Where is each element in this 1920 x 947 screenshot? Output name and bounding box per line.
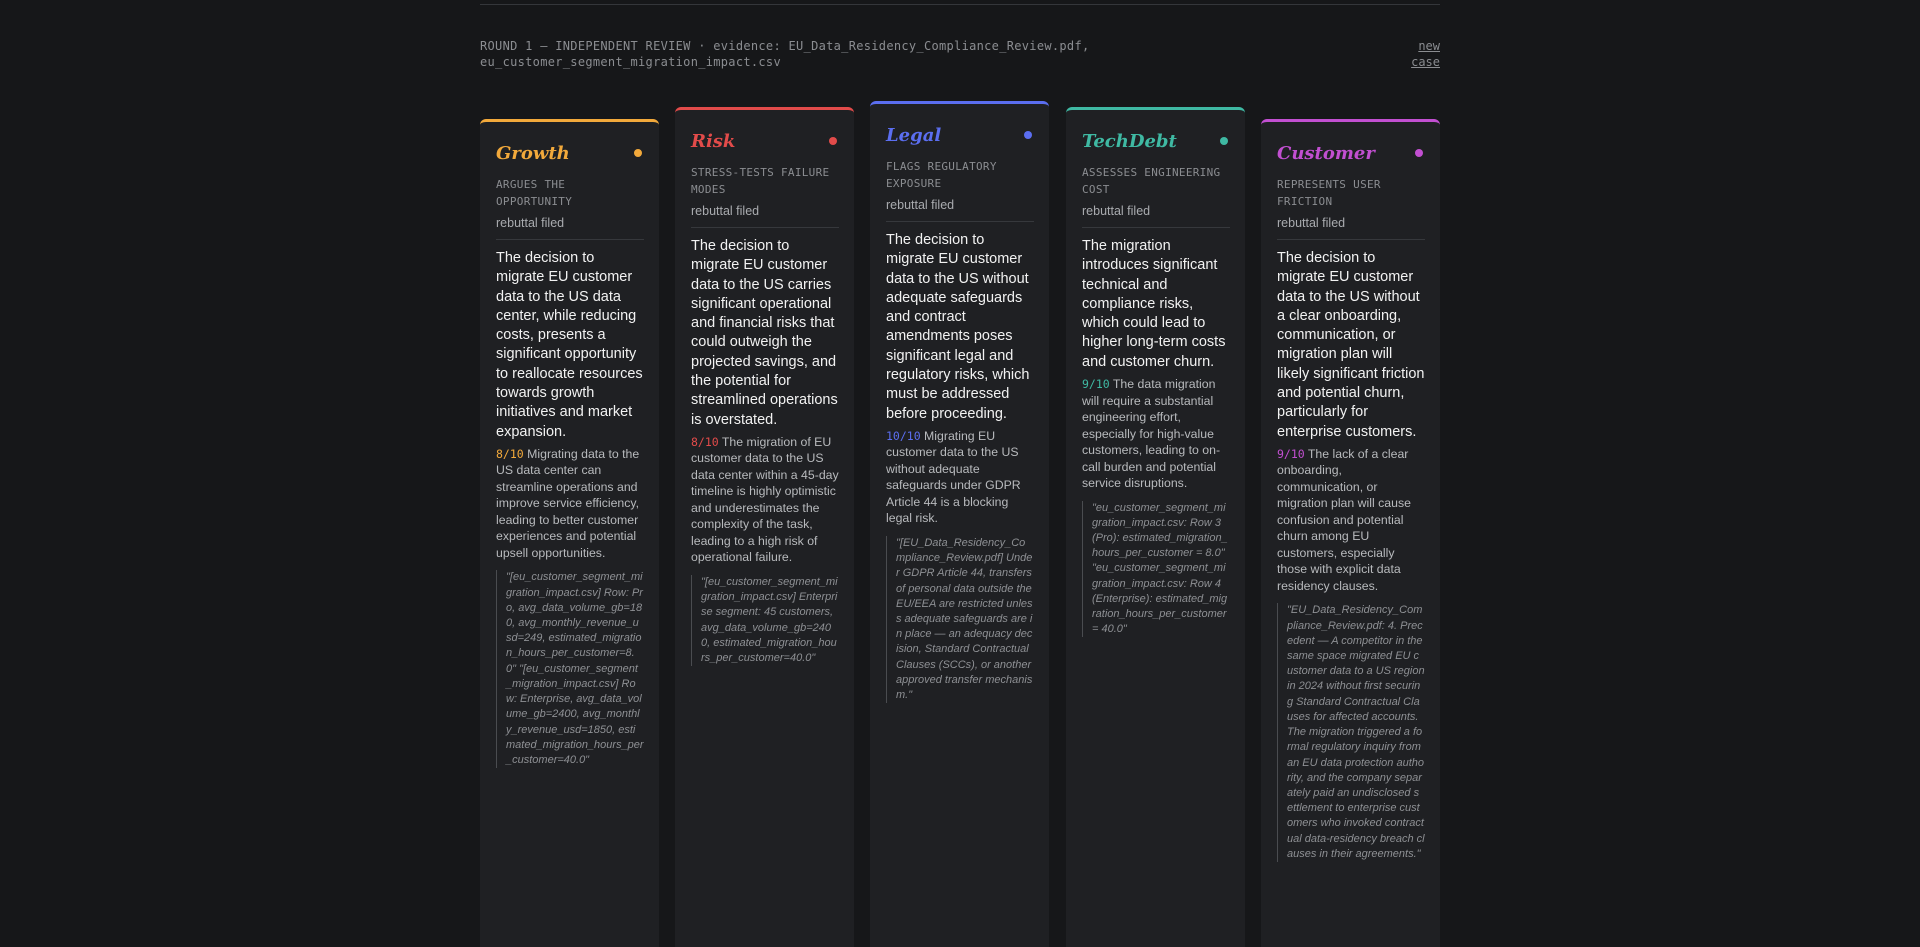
- column-role: FLAGS REGULATORY EXPOSURE: [886, 160, 997, 190]
- column-header: Legal: [886, 122, 1034, 148]
- review-board: ROUND 1 — INDEPENDENT REVIEW · evidence:…: [480, 0, 1440, 947]
- status-dot-icon: [1415, 149, 1423, 157]
- argument-text: Migrating EU customer data to the US wit…: [886, 428, 1021, 526]
- column-argument: 9/10 The data migration will require a s…: [1082, 376, 1230, 492]
- column-claim: The decision to migrate EU customer data…: [496, 250, 643, 440]
- argument-text: The lack of a clear onboarding, communic…: [1277, 446, 1411, 593]
- column-argument: 8/10 The migration of EU customer data t…: [691, 434, 839, 566]
- column-status: rebuttal filed: [1082, 204, 1230, 228]
- column-title: TechDebt: [1082, 130, 1177, 152]
- column-claim: The migration introduces significant tec…: [1082, 238, 1226, 370]
- column-argument: 9/10 The lack of a clear onboarding, com…: [1277, 446, 1425, 595]
- column-header: Customer: [1277, 140, 1425, 166]
- evidence-quote: "[EU_Data_Residency_Compliance_Review.pd…: [886, 535, 1034, 704]
- evidence-quote: "[eu_customer_segment_migration_impact.c…: [691, 574, 839, 667]
- argument-text: Migrating data to the US data center can…: [496, 446, 640, 560]
- column-status: rebuttal filed: [496, 216, 644, 240]
- score-badge: 9/10: [1277, 446, 1305, 461]
- score-badge: 8/10: [496, 446, 524, 461]
- column-growth: Growth ARGUES THE OPPORTUNITY rebuttal f…: [480, 119, 659, 947]
- status-dot-icon: [829, 137, 837, 145]
- column-legal: Legal FLAGS REGULATORY EXPOSURE rebuttal…: [870, 101, 1049, 947]
- column-argument: 8/10 Migrating data to the US data cente…: [496, 446, 644, 562]
- column-role: ARGUES THE OPPORTUNITY: [496, 178, 573, 208]
- column-argument: 10/10 Migrating EU customer data to the …: [886, 428, 1034, 527]
- column-title: Legal: [886, 124, 942, 146]
- column-status: rebuttal filed: [1277, 216, 1425, 240]
- column-title: Customer: [1277, 142, 1375, 164]
- column-customer: Customer REPRESENTS USER FRICTION rebutt…: [1261, 119, 1440, 947]
- argument-text: The data migration will require a substa…: [1082, 377, 1221, 491]
- top-divider: [480, 4, 1440, 5]
- evidence-quote: "EU_Data_Residency_Compliance_Review.pdf…: [1277, 603, 1425, 862]
- score-badge: 9/10: [1082, 377, 1110, 392]
- column-header: Risk: [691, 128, 839, 154]
- status-dot-icon: [1220, 137, 1228, 145]
- column-claim: The decision to migrate EU customer data…: [691, 238, 838, 428]
- column-title: Risk: [691, 130, 736, 152]
- column-status: rebuttal filed: [886, 198, 1034, 222]
- score-badge: 10/10: [886, 428, 921, 443]
- evidence-quote: "eu_customer_segment_migration_impact.cs…: [1082, 500, 1230, 638]
- column-title: Growth: [496, 142, 570, 164]
- argument-text: The migration of EU customer data to the…: [691, 434, 839, 565]
- evidence-quote: "[eu_customer_segment_migration_impact.c…: [496, 570, 644, 769]
- column-role: ASSESSES ENGINEERING COST: [1082, 166, 1221, 196]
- column-role: REPRESENTS USER FRICTION: [1277, 178, 1381, 208]
- column-techdebt: TechDebt ASSESSES ENGINEERING COST rebut…: [1066, 107, 1245, 947]
- column-claim: The decision to migrate EU customer data…: [886, 232, 1030, 422]
- column-claim: The decision to migrate EU customer data…: [1277, 250, 1425, 440]
- column-header: TechDebt: [1082, 128, 1230, 154]
- column-role: STRESS-TESTS FAILURE MODES: [691, 166, 830, 196]
- round-header: ROUND 1 — INDEPENDENT REVIEW · evidence:…: [480, 39, 1090, 69]
- score-badge: 8/10: [691, 434, 719, 449]
- status-dot-icon: [634, 149, 642, 157]
- column-header: Growth: [496, 140, 644, 166]
- column-status: rebuttal filed: [691, 204, 839, 228]
- status-dot-icon: [1024, 131, 1032, 139]
- new-case-link[interactable]: new case: [1400, 38, 1440, 70]
- column-risk: Risk STRESS-TESTS FAILURE MODES rebuttal…: [675, 107, 854, 947]
